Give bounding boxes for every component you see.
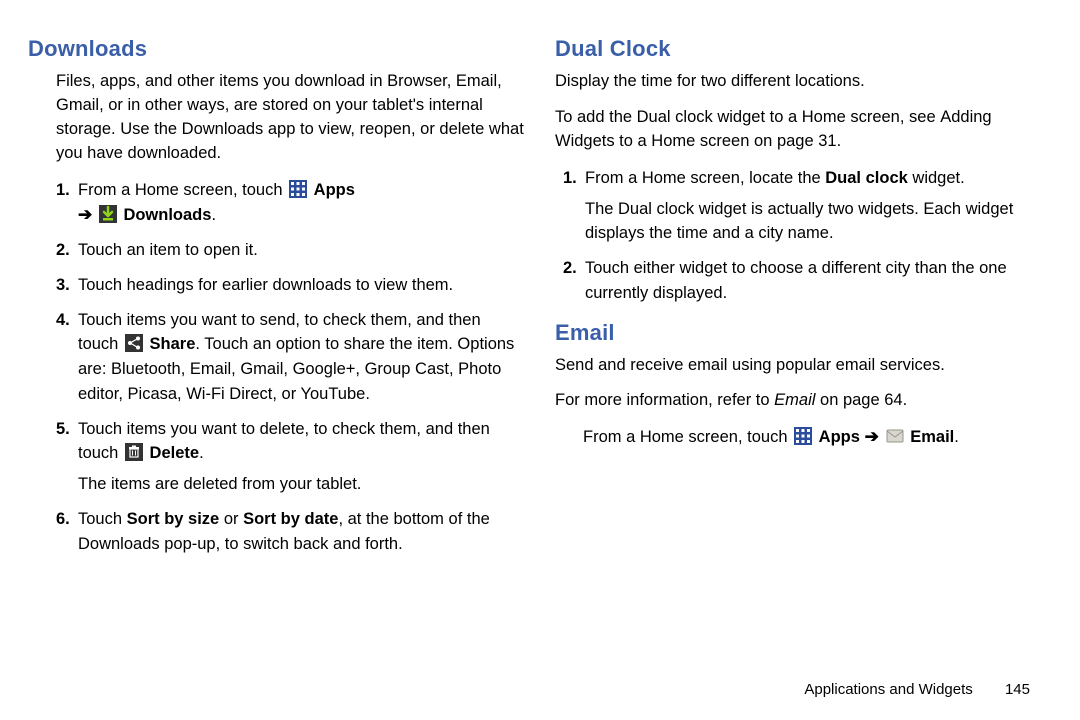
left-column: Downloads Files, apps, and other items y…	[28, 36, 525, 566]
dual-step-2: 2.Touch either widget to choose a differ…	[563, 256, 1052, 306]
dual-clock-xref: To add the Dual clock widget to a Home s…	[555, 106, 1052, 154]
step-3: 3.Touch headings for earlier downloads t…	[56, 273, 525, 298]
email-path: From a Home screen, touch Apps ➔ Email.	[583, 425, 1052, 450]
dual-clock-steps: 1. From a Home screen, locate the Dual c…	[563, 166, 1052, 306]
email-icon	[886, 427, 904, 445]
intro-downloads: Files, apps, and other items you downloa…	[56, 70, 525, 166]
apps-grid-icon	[289, 180, 307, 198]
step-6: 6. Touch Sort by size or Sort by date, a…	[56, 507, 525, 557]
email-xref: For more information, refer to Email on …	[555, 389, 1052, 413]
apps-grid-icon	[794, 427, 812, 445]
heading-downloads: Downloads	[28, 36, 525, 62]
step-4: 4. Touch items you want to send, to chec…	[56, 308, 525, 407]
downloads-steps: 1. From a Home screen, touch Apps ➔ Down…	[56, 178, 525, 557]
trash-icon	[125, 443, 143, 461]
download-icon	[99, 205, 117, 223]
section-name: Applications and Widgets	[804, 681, 972, 698]
arrow-icon: ➔	[78, 205, 92, 224]
heading-dual-clock: Dual Clock	[555, 36, 1052, 62]
share-icon	[125, 334, 143, 352]
step-5: 5. Touch items you want to delete, to ch…	[56, 417, 525, 497]
page-number: 145	[1005, 681, 1030, 698]
right-column: Dual Clock Display the time for two diff…	[555, 36, 1052, 566]
step-1: 1. From a Home screen, touch Apps ➔ Down…	[56, 178, 525, 229]
intro-dual-clock: Display the time for two different locat…	[555, 70, 1052, 94]
page-footer: Applications and Widgets 145	[804, 681, 1030, 698]
intro-email: Send and receive email using popular ema…	[555, 354, 1052, 378]
dual-step-1: 1. From a Home screen, locate the Dual c…	[563, 166, 1052, 246]
step-2: 2.Touch an item to open it.	[56, 238, 525, 263]
heading-email: Email	[555, 320, 1052, 346]
